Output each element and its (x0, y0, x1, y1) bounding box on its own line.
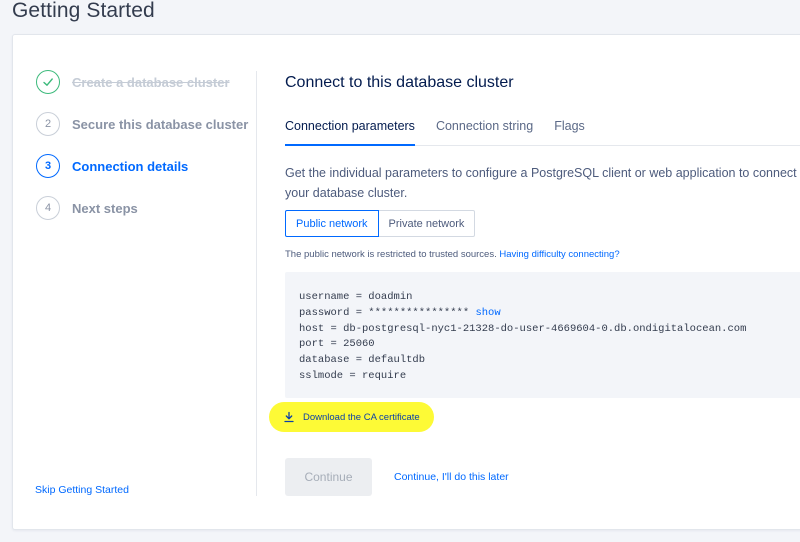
description-line-1: Get the individual parameters to configu… (285, 166, 800, 180)
connection-description: Get the individual parameters to configu… (285, 163, 800, 203)
main-title: Connect to this database cluster (285, 74, 514, 91)
param-sslmode: sslmode = require (299, 369, 407, 382)
param-database: database = defaultdb (299, 354, 426, 367)
download-icon (284, 411, 294, 423)
step-2-circle: 2 (36, 112, 60, 136)
public-network-button[interactable]: Public network (285, 210, 379, 237)
param-host: host = db-postgresql-nyc1-21328-do-user-… (299, 322, 747, 335)
difficulty-connecting-link[interactable]: Having difficulty connecting? (499, 249, 619, 260)
step-3-label: Connection details (72, 158, 189, 174)
network-note-text: The public network is restricted to trus… (285, 249, 497, 260)
step-next-steps: 4 Next steps (36, 196, 138, 220)
network-toggle: Public network Private network (285, 210, 476, 237)
param-username: username = doadmin (299, 291, 413, 303)
skip-getting-started-link[interactable]: Skip Getting Started (35, 484, 129, 496)
step-secure-cluster: 2 Secure this database cluster (36, 112, 248, 136)
getting-started-card: Create a database cluster 2 Secure this … (12, 34, 800, 530)
continue-button[interactable]: Continue (285, 458, 372, 496)
vertical-divider (256, 71, 257, 496)
private-network-button[interactable]: Private network (378, 210, 476, 237)
check-icon (43, 78, 53, 86)
step-connection-details: 3 Connection details (36, 154, 188, 178)
step-2-label: Secure this database cluster (72, 116, 249, 132)
step-4-label: Next steps (72, 200, 138, 216)
param-password: password = **************** show (299, 306, 791, 322)
connection-tabs: Connection parameters Connection string … (285, 115, 800, 146)
description-line-2: your database cluster. (285, 186, 408, 200)
tab-connection-parameters[interactable]: Connection parameters (285, 115, 415, 146)
param-password-value: password = **************** (299, 306, 470, 319)
step-1-label: Create a database cluster (72, 74, 230, 90)
step-4-circle: 4 (36, 196, 60, 220)
step-3-circle: 3 (36, 154, 60, 178)
download-ca-certificate-link[interactable]: Download the CA certificate (269, 402, 434, 432)
tab-connection-string[interactable]: Connection string (436, 115, 533, 146)
continue-later-link[interactable]: Continue, I'll do this later (394, 471, 509, 483)
param-port: port = 25060 (299, 338, 375, 351)
page-title: Getting Started (12, 0, 155, 22)
network-note: The public network is restricted to trus… (285, 249, 620, 260)
download-label: Download the CA certificate (303, 411, 420, 423)
step-1-circle (36, 70, 60, 94)
connection-params-box: username = doadmin password = ***********… (285, 272, 800, 398)
show-password-link[interactable]: show (475, 307, 500, 319)
step-create-cluster: Create a database cluster (36, 70, 230, 94)
tab-flags[interactable]: Flags (554, 115, 585, 146)
